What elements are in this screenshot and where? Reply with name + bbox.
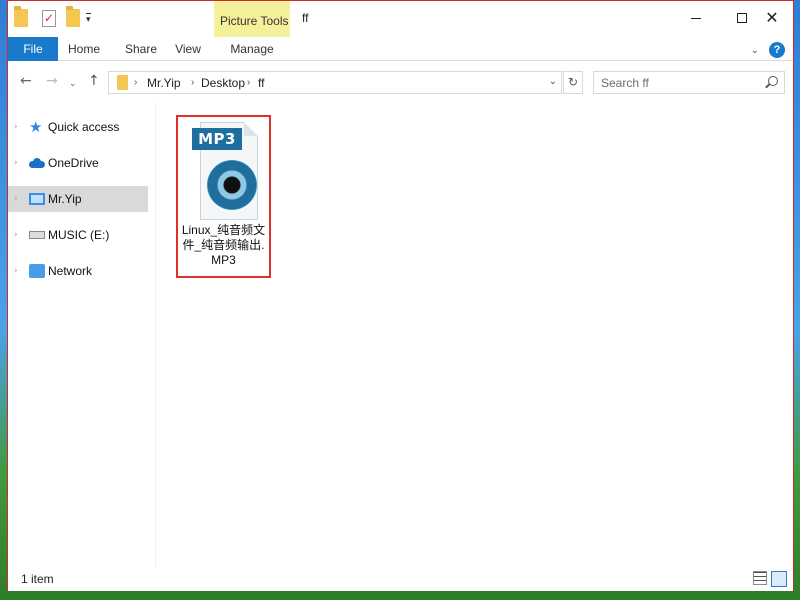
file-name-line: 件_纯音频输出. [182, 238, 265, 252]
quick-access-toolbar: ✓ ▾ [14, 6, 91, 27]
title-bar: ✓ ▾ Picture Tools ff ✕ [8, 1, 795, 59]
folder-icon[interactable] [14, 6, 28, 27]
expand-chevron-icon[interactable]: › [14, 122, 18, 132]
sidebar-item-label: Quick access [48, 120, 120, 134]
tab-home[interactable]: Home [64, 37, 104, 61]
page-fold [244, 122, 258, 136]
sidebar-item-label: Network [48, 264, 93, 278]
expand-chevron-icon[interactable]: › [14, 194, 18, 204]
breadcrumb-mr-yip[interactable]: Mr.Yip [147, 75, 181, 91]
view-buttons [753, 571, 787, 587]
sidebar-item-mr-yip[interactable]: › Mr.Yip [8, 186, 148, 212]
breadcrumb-separator-icon[interactable]: › [191, 75, 194, 91]
breadcrumb-separator-icon[interactable]: › [247, 75, 250, 91]
new-folder-icon[interactable] [66, 6, 80, 27]
onedrive-cloud-icon [29, 158, 45, 168]
file-list-area[interactable]: MP3 Linux_纯音频文 件_纯音频输出. MP3 [160, 102, 793, 568]
address-folder-icon [117, 75, 128, 90]
customize-dropdown-icon[interactable]: ▾ [86, 12, 91, 24]
expand-chevron-icon[interactable]: › [14, 158, 18, 168]
tab-file[interactable]: File [8, 37, 58, 61]
address-bar[interactable]: › Mr.Yip › Desktop › ff ⌄ [108, 71, 562, 94]
search-box[interactable] [593, 71, 785, 94]
item-count: 1 item [21, 572, 54, 586]
refresh-button[interactable]: ↻ [563, 71, 583, 94]
expand-ribbon-chevron-icon[interactable]: ⌄ [751, 45, 759, 56]
back-arrow-icon[interactable]: ← [20, 73, 32, 89]
properties-check-icon[interactable]: ✓ [42, 9, 56, 27]
tab-share[interactable]: Share [119, 37, 163, 61]
large-icons-view-icon[interactable] [771, 571, 787, 587]
sidebar-item-network[interactable]: › Network [8, 258, 148, 284]
sidebar-item-label: OneDrive [48, 156, 99, 170]
navigation-bar: ← → ⌄ ↑ › Mr.Yip › Desktop › ff ⌄ ↻ [8, 62, 793, 102]
help-icon[interactable]: ? [769, 42, 785, 58]
close-icon: ✕ [765, 8, 779, 27]
drive-icon [29, 231, 45, 239]
quick-access-star-icon: ★ [29, 118, 43, 136]
mp3-file-icon: MP3 [192, 120, 260, 220]
refresh-icon: ↻ [567, 75, 579, 89]
music-disc-icon [207, 160, 257, 210]
close-button[interactable]: ✕ [749, 1, 795, 35]
window-title: ff [302, 11, 309, 25]
expand-chevron-icon[interactable]: › [14, 230, 18, 240]
breadcrumb-ff[interactable]: ff [258, 75, 264, 91]
expand-chevron-icon[interactable]: › [14, 266, 18, 276]
contextual-group-label: Picture Tools [220, 14, 289, 28]
sidebar-item-quick-access[interactable]: › ★ Quick access [8, 114, 148, 140]
navigation-pane: › ★ Quick access › OneDrive › Mr.Yip › M… [8, 102, 156, 568]
tab-manage[interactable]: Manage [214, 37, 290, 61]
network-icon [29, 264, 45, 278]
file-explorer-window: ✓ ▾ Picture Tools ff ✕ File Home Share V… [7, 0, 794, 591]
file-name-line: MP3 [211, 253, 236, 267]
maximize-icon [737, 13, 747, 23]
computer-icon [29, 193, 45, 205]
details-view-icon[interactable] [753, 571, 767, 585]
file-item-mp3[interactable]: MP3 Linux_纯音频文 件_纯音频输出. MP3 [176, 115, 271, 278]
address-dropdown-icon[interactable]: ⌄ [549, 76, 557, 87]
up-arrow-icon[interactable]: ↑ [88, 73, 100, 89]
minimize-button[interactable] [673, 1, 719, 35]
minimize-icon [691, 17, 701, 19]
file-name-label: Linux_纯音频文 件_纯音频输出. MP3 [178, 223, 269, 268]
ribbon-right-controls: ⌄ ? [751, 42, 785, 58]
breadcrumb-separator-icon[interactable]: › [134, 75, 137, 91]
sidebar-item-label: Mr.Yip [48, 192, 82, 206]
mp3-badge: MP3 [192, 128, 242, 150]
tab-view[interactable]: View [171, 37, 205, 61]
ribbon-tab-bar: File Home Share View Manage ⌄ ? [8, 37, 793, 61]
sidebar-item-label: MUSIC (E:) [48, 228, 110, 242]
sidebar-item-onedrive[interactable]: › OneDrive [8, 150, 148, 176]
search-icon[interactable] [768, 76, 778, 86]
sidebar-item-music-drive[interactable]: › MUSIC (E:) [8, 222, 148, 248]
forward-arrow-icon[interactable]: → [46, 73, 58, 89]
recent-locations-chevron-icon[interactable]: ⌄ [69, 76, 77, 92]
status-bar: 1 item [8, 568, 793, 591]
file-name-line: Linux_纯音频文 [181, 223, 266, 237]
breadcrumb-desktop[interactable]: Desktop [201, 75, 245, 91]
search-input[interactable] [601, 73, 761, 93]
